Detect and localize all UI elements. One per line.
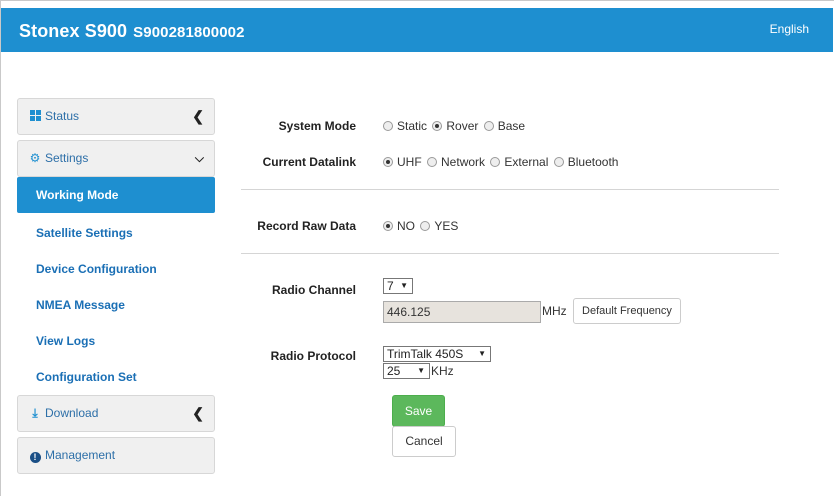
current-datalink-label: Current Datalink bbox=[262, 155, 356, 169]
sidebar-item-label: Download bbox=[45, 406, 99, 420]
section-divider bbox=[241, 253, 779, 254]
dropdown-arrow-icon: ▼ bbox=[417, 366, 425, 375]
radio-static[interactable] bbox=[383, 121, 393, 131]
radio-external-label: External bbox=[504, 155, 549, 169]
gear-icon: ⚙ bbox=[29, 151, 41, 165]
section-divider bbox=[241, 189, 779, 190]
serial-number: S900281800002 bbox=[133, 24, 245, 41]
sidebar-subitem-satellite-settings[interactable]: Satellite Settings bbox=[17, 215, 215, 251]
radio-protocol-row: Radio Protocol bbox=[241, 346, 356, 366]
default-frequency-button[interactable]: Default Frequency bbox=[573, 298, 681, 324]
record-raw-data-row: Record Raw Data NO YES bbox=[241, 216, 458, 236]
system-mode-row: System Mode Static Rover Base bbox=[241, 116, 525, 136]
current-datalink-row: Current Datalink UHF Network External Bl… bbox=[241, 152, 619, 172]
radio-static-label: Static bbox=[397, 119, 428, 133]
record-raw-data-label: Record Raw Data bbox=[257, 219, 356, 233]
radio-channel-select[interactable]: 7 ▼ bbox=[383, 278, 413, 294]
grid-icon bbox=[28, 99, 42, 134]
bandwidth-unit: KHz bbox=[431, 364, 454, 378]
cancel-button[interactable]: Cancel bbox=[392, 426, 456, 457]
radio-base[interactable] bbox=[483, 121, 494, 131]
chevron-down-icon: ⌵ bbox=[194, 151, 204, 165]
radio-yes-label: YES bbox=[434, 219, 459, 233]
bandwidth-value: 25 bbox=[387, 364, 401, 378]
sidebar-item-label: Settings bbox=[45, 151, 89, 165]
dropdown-arrow-icon: ▼ bbox=[478, 349, 486, 358]
sidebar-subitem-nmea-message[interactable]: NMEA Message bbox=[17, 287, 215, 323]
sidebar-subitem-working-mode[interactable]: Working Mode bbox=[17, 177, 215, 213]
chevron-left-icon: ❮ bbox=[192, 405, 204, 421]
info-circle-icon: ! bbox=[28, 438, 42, 473]
radio-network-label: Network bbox=[441, 155, 486, 169]
radio-yes[interactable] bbox=[420, 221, 431, 231]
radio-rover[interactable] bbox=[432, 121, 443, 131]
save-button[interactable]: Save bbox=[392, 395, 445, 427]
sidebar: Status ❮ ⚙ Settings ⌵ Working Mode Satell… bbox=[17, 98, 215, 479]
radio-network[interactable] bbox=[427, 157, 438, 167]
radio-uhf[interactable] bbox=[383, 157, 393, 167]
sidebar-subitem-configuration-set[interactable]: Configuration Set bbox=[17, 359, 215, 395]
radio-channel-label: Radio Channel bbox=[271, 283, 356, 297]
radio-protocol-select[interactable]: TrimTalk 450S ▼ bbox=[383, 346, 491, 362]
system-mode-label: System Mode bbox=[278, 119, 356, 133]
frequency-unit: MHz bbox=[542, 304, 567, 318]
radio-channel-row: Radio Channel bbox=[241, 280, 356, 300]
radio-external[interactable] bbox=[490, 157, 501, 167]
dropdown-arrow-icon: ▼ bbox=[400, 281, 408, 290]
sidebar-subitem-view-logs[interactable]: View Logs bbox=[17, 323, 215, 359]
product-name: Stonex S900 bbox=[19, 21, 128, 41]
bandwidth-select[interactable]: 25 ▼ bbox=[383, 363, 430, 379]
radio-rover-label: Rover bbox=[446, 119, 479, 133]
radio-bluetooth-label: Bluetooth bbox=[567, 155, 619, 169]
sidebar-item-settings[interactable]: ⚙ Settings ⌵ bbox=[17, 140, 215, 177]
radio-base-label: Base bbox=[497, 119, 526, 133]
sidebar-item-download[interactable]: ⤓ Download ❮ bbox=[17, 395, 215, 432]
brand-title: Stonex S900 S900281800002 bbox=[19, 21, 245, 42]
chevron-left-icon: ❮ bbox=[192, 108, 204, 124]
radio-channel-value: 7 bbox=[387, 279, 394, 293]
radio-no[interactable] bbox=[383, 221, 393, 231]
radio-bluetooth[interactable] bbox=[553, 157, 564, 167]
sidebar-subitem-device-configuration[interactable]: Device Configuration bbox=[17, 251, 215, 287]
sidebar-item-status[interactable]: Status ❮ bbox=[17, 98, 215, 135]
sidebar-item-management[interactable]: ! Management bbox=[17, 437, 215, 474]
radio-protocol-value: TrimTalk 450S bbox=[387, 347, 464, 361]
top-header: Stonex S900 S900281800002 English bbox=[1, 8, 833, 52]
language-selector[interactable]: English bbox=[770, 22, 809, 36]
radio-protocol-label: Radio Protocol bbox=[270, 349, 356, 363]
sidebar-item-label: Status bbox=[45, 109, 80, 123]
sidebar-item-label: Management bbox=[45, 448, 116, 462]
radio-no-label: NO bbox=[397, 219, 415, 233]
download-icon: ⤓ bbox=[32, 406, 38, 420]
radio-uhf-label: UHF bbox=[397, 155, 422, 169]
frequency-input[interactable]: 446.125 bbox=[383, 301, 541, 323]
